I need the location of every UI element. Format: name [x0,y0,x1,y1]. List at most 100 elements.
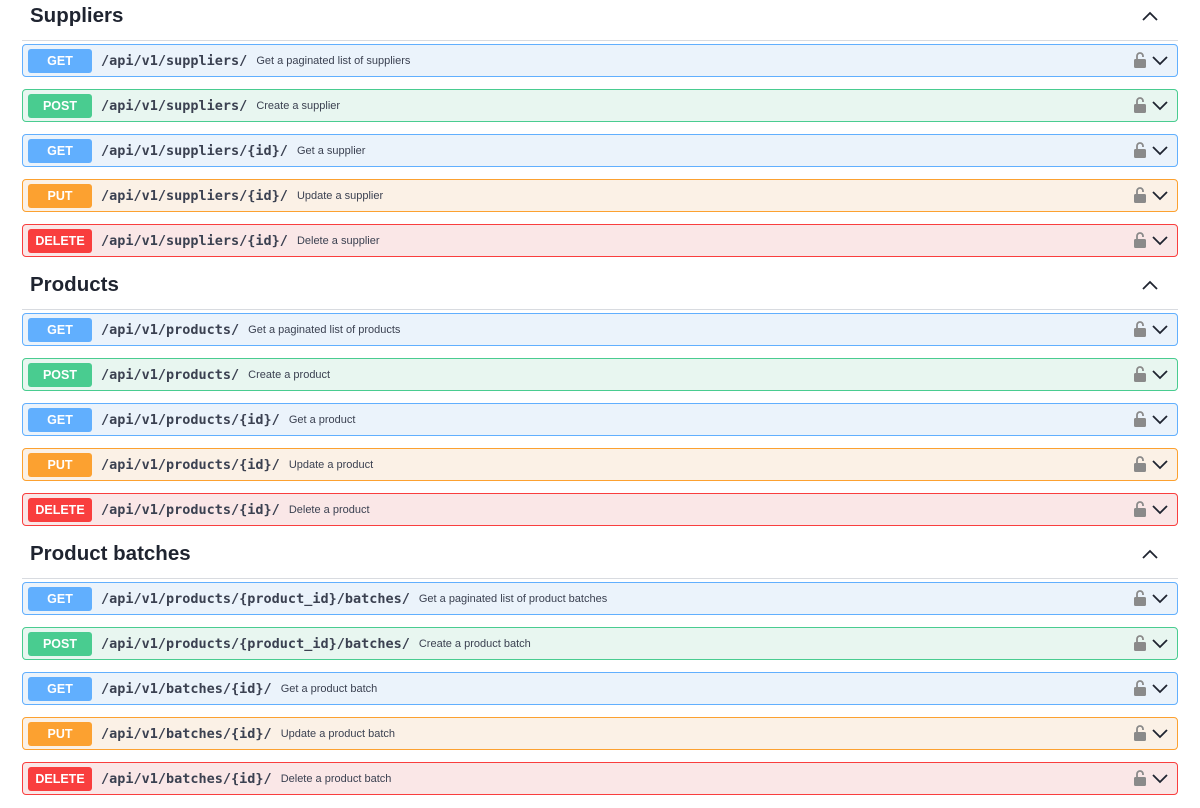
method-badge: POST [28,363,92,387]
operation-summary: Get a product [288,413,356,426]
operation-delete-batch[interactable]: DELETE /api/v1/batches/{id}/ Delete a pro… [22,762,1178,795]
lock-icon[interactable] [1133,320,1147,338]
operation-path: /api/v1/batches/{id}/ [101,770,272,787]
method-badge: POST [28,94,92,118]
chevron-down-icon[interactable] [1151,412,1169,426]
lock-icon[interactable] [1133,500,1147,518]
operation-summary: Update a product batch [280,727,396,740]
chevron-down-icon[interactable] [1151,53,1169,67]
lock-icon[interactable] [1133,141,1147,159]
lock-icon[interactable] [1133,679,1147,697]
operation-path: /api/v1/batches/{id}/ [101,680,272,697]
operation-get-batch[interactable]: GET /api/v1/batches/{id}/ Get a product b… [22,672,1178,705]
chevron-down-icon[interactable] [1151,591,1169,605]
operation-path: /api/v1/suppliers/ [101,97,248,114]
section-title: Suppliers [30,4,124,27]
chevron-down-icon[interactable] [1151,457,1169,471]
lock-icon[interactable] [1133,410,1147,428]
chevron-down-icon[interactable] [1151,233,1169,247]
method-badge: GET [28,318,92,342]
lock-icon[interactable] [1133,769,1147,787]
operation-path: /api/v1/products/{id}/ [101,456,280,473]
lock-icon[interactable] [1133,724,1147,742]
chevron-down-icon[interactable] [1151,681,1169,695]
lock-icon[interactable] [1133,634,1147,652]
operation-path: /api/v1/batches/{id}/ [101,725,272,742]
chevron-down-icon[interactable] [1151,322,1169,336]
operation-summary: Get a product batch [280,682,378,695]
operation-summary: Get a paginated list of products [248,323,401,336]
operation-path: /api/v1/suppliers/{id}/ [101,142,288,159]
operation-summary: Get a paginated list of product batches [418,592,608,605]
method-badge: GET [28,587,92,611]
chevron-up-icon[interactable] [1140,6,1160,26]
method-badge: PUT [28,453,92,477]
operation-get-supplier[interactable]: GET /api/v1/suppliers/{id}/ Get a supplie… [22,134,1178,167]
lock-icon[interactable] [1133,96,1147,114]
operation-get-product-batches[interactable]: GET /api/v1/products/{product_id}/batche… [22,582,1178,615]
chevron-down-icon[interactable] [1151,98,1169,112]
lock-icon[interactable] [1133,365,1147,383]
operation-summary: Delete a product [288,503,370,516]
section-header-product-batches[interactable]: Product batches [22,538,1178,579]
chevron-down-icon[interactable] [1151,502,1169,516]
operation-put-product[interactable]: PUT /api/v1/products/{id}/ Update a produ… [22,448,1178,481]
operation-summary: Get a supplier [296,144,366,157]
chevron-down-icon[interactable] [1151,367,1169,381]
operation-summary: Create a supplier [256,99,341,112]
operation-path: /api/v1/suppliers/{id}/ [101,232,288,249]
method-badge: GET [28,408,92,432]
operation-get-suppliers[interactable]: GET /api/v1/suppliers/Get a paginated li… [22,44,1178,77]
method-badge: PUT [28,184,92,208]
operation-get-products[interactable]: GET /api/v1/products/Get a paginated lis… [22,313,1178,346]
operation-put-batch[interactable]: PUT /api/v1/batches/{id}/ Update a produc… [22,717,1178,750]
operation-summary: Delete a supplier [296,234,380,247]
method-badge: PUT [28,722,92,746]
lock-icon[interactable] [1133,51,1147,69]
operation-path: /api/v1/suppliers/{id}/ [101,187,288,204]
chevron-down-icon[interactable] [1151,188,1169,202]
chevron-up-icon[interactable] [1140,544,1160,564]
method-badge: GET [28,49,92,73]
operation-path: /api/v1/products/{id}/ [101,501,280,518]
lock-icon[interactable] [1133,589,1147,607]
operation-post-product-batches[interactable]: POST /api/v1/products/{product_id}/batch… [22,627,1178,660]
section-header-products[interactable]: Products [22,269,1178,310]
operation-path: /api/v1/products/{product_id}/batches/ [101,590,410,607]
operation-summary: Create a product [248,368,331,381]
operation-get-product[interactable]: GET /api/v1/products/{id}/ Get a product [22,403,1178,436]
chevron-up-icon[interactable] [1140,275,1160,295]
section-header-suppliers[interactable]: Suppliers [22,0,1178,41]
operation-summary: Get a paginated list of suppliers [256,54,411,67]
operation-post-products[interactable]: POST /api/v1/products/Create a product [22,358,1178,391]
api-docs-page: Suppliers GET /api/v1/suppliers/Get a pa… [0,0,1200,808]
method-badge: GET [28,139,92,163]
chevron-down-icon[interactable] [1151,771,1169,785]
operation-post-suppliers[interactable]: POST /api/v1/suppliers/Create a supplier [22,89,1178,122]
operation-delete-product[interactable]: DELETE /api/v1/products/{id}/ Delete a pr… [22,493,1178,526]
section-title: Product batches [30,542,191,565]
section-title: Products [30,273,119,296]
operation-path: /api/v1/products/{product_id}/batches/ [101,635,410,652]
operation-path: /api/v1/products/{id}/ [101,411,280,428]
chevron-down-icon[interactable] [1151,636,1169,650]
method-badge: DELETE [28,767,92,791]
operation-summary: Update a supplier [296,189,384,202]
operation-summary: Delete a product batch [280,772,392,785]
method-badge: DELETE [28,498,92,522]
chevron-down-icon[interactable] [1151,143,1169,157]
operation-path: /api/v1/suppliers/ [101,52,248,69]
method-badge: GET [28,677,92,701]
operation-delete-supplier[interactable]: DELETE /api/v1/suppliers/{id}/ Delete a s… [22,224,1178,257]
lock-icon[interactable] [1133,455,1147,473]
operation-summary: Update a product [288,458,374,471]
method-badge: POST [28,632,92,656]
operation-path: /api/v1/products/ [101,366,240,383]
operation-put-supplier[interactable]: PUT /api/v1/suppliers/{id}/ Update a supp… [22,179,1178,212]
lock-icon[interactable] [1133,186,1147,204]
lock-icon[interactable] [1133,231,1147,249]
operation-path: /api/v1/products/ [101,321,240,338]
method-badge: DELETE [28,229,92,253]
chevron-down-icon[interactable] [1151,726,1169,740]
operation-summary: Create a product batch [418,637,531,650]
